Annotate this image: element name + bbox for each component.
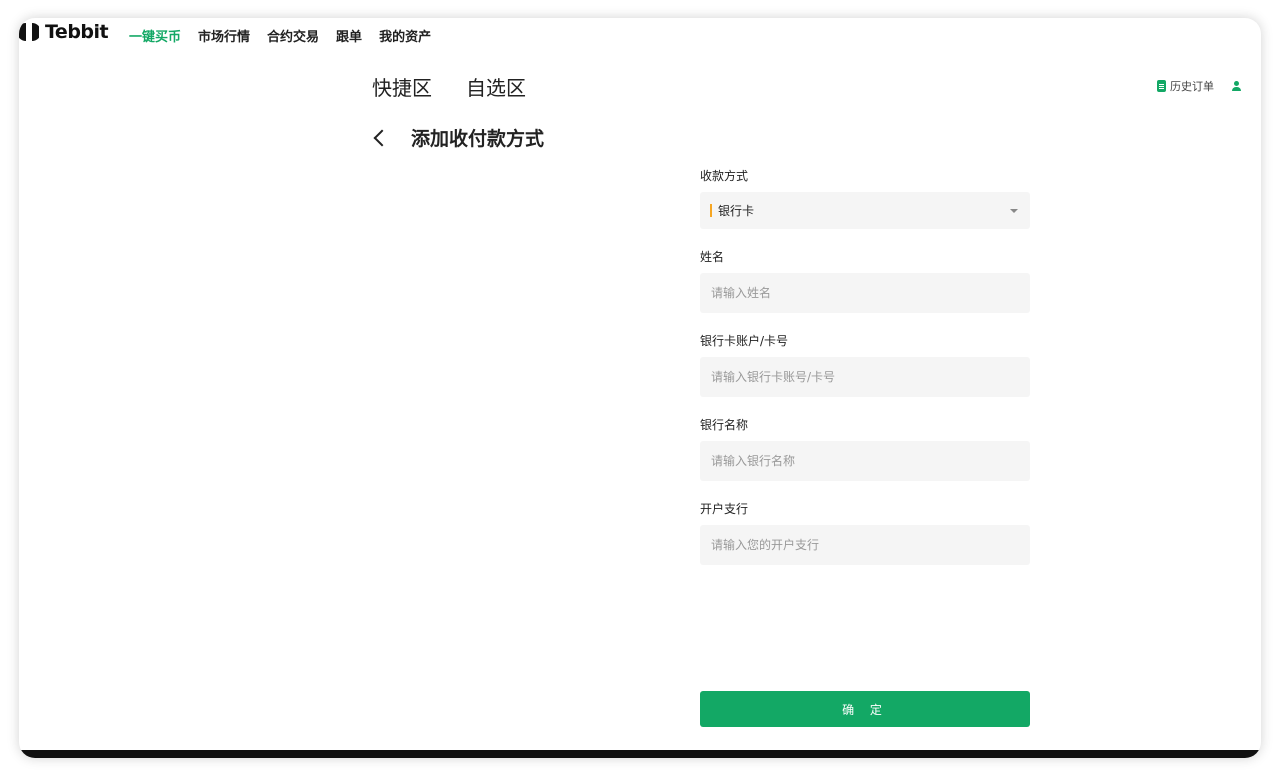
- select-marker: [710, 204, 712, 217]
- account-field-box: [700, 357, 1030, 397]
- caret-down-icon: [1010, 208, 1018, 213]
- branch-input[interactable]: [711, 538, 1030, 552]
- right-links: 历史订单: [1157, 78, 1241, 94]
- top-nav: Tebbit 一键买币 市场行情 合约交易 跟单 我的资产: [19, 18, 1261, 54]
- tab-custom-zone[interactable]: 自选区: [466, 72, 526, 101]
- method-label: 收款方式: [700, 169, 749, 183]
- main-nav: 一键买币 市场行情 合约交易 跟单 我的资产: [129, 26, 431, 45]
- nav-item-copy-trade[interactable]: 跟单: [336, 26, 362, 45]
- branch-group: 开户支行: [700, 501, 1030, 565]
- bottom-bar: [19, 750, 1261, 758]
- name-input[interactable]: [711, 286, 1030, 300]
- brand-logo[interactable]: Tebbit: [19, 21, 109, 43]
- tebbit-logo-icon: [19, 21, 41, 43]
- account-input[interactable]: [711, 370, 1030, 384]
- user-icon[interactable]: [1232, 80, 1241, 92]
- nav-item-quick-buy[interactable]: 一键买币: [129, 26, 181, 45]
- method-group: 收款方式 银行卡: [700, 168, 1030, 229]
- account-label: 银行卡账户/卡号: [700, 334, 789, 348]
- document-icon: [1157, 80, 1166, 92]
- name-field-box: [700, 273, 1030, 313]
- history-orders-label: 历史订单: [1170, 80, 1214, 93]
- history-orders-link[interactable]: 历史订单: [1157, 78, 1214, 94]
- back-arrow-icon[interactable]: [369, 126, 393, 150]
- name-group: 姓名: [700, 249, 1030, 313]
- nav-item-market[interactable]: 市场行情: [198, 26, 250, 45]
- bank-name-field-box: [700, 441, 1030, 481]
- bank-name-label: 银行名称: [700, 418, 749, 432]
- app-window: Tebbit 一键买币 市场行情 合约交易 跟单 我的资产 快捷区 自选区 历史…: [19, 18, 1261, 758]
- branch-field-box: [700, 525, 1030, 565]
- method-select[interactable]: 银行卡: [700, 192, 1030, 229]
- nav-item-contract[interactable]: 合约交易: [267, 26, 319, 45]
- page-title: 添加收付款方式: [411, 128, 545, 150]
- name-label: 姓名: [700, 250, 725, 264]
- method-value: 银行卡: [718, 204, 755, 218]
- branch-label: 开户支行: [700, 502, 749, 516]
- tab-quick-zone[interactable]: 快捷区: [372, 72, 432, 101]
- bank-name-input[interactable]: [711, 454, 1030, 468]
- nav-item-assets[interactable]: 我的资产: [379, 26, 431, 45]
- brand-name: Tebbit: [45, 21, 109, 43]
- confirm-button[interactable]: 确 定: [700, 691, 1030, 727]
- page-header: 添加收付款方式: [369, 124, 544, 151]
- zone-tabs: 快捷区 自选区: [372, 72, 526, 101]
- bank-name-group: 银行名称: [700, 417, 1030, 481]
- account-group: 银行卡账户/卡号: [700, 333, 1030, 397]
